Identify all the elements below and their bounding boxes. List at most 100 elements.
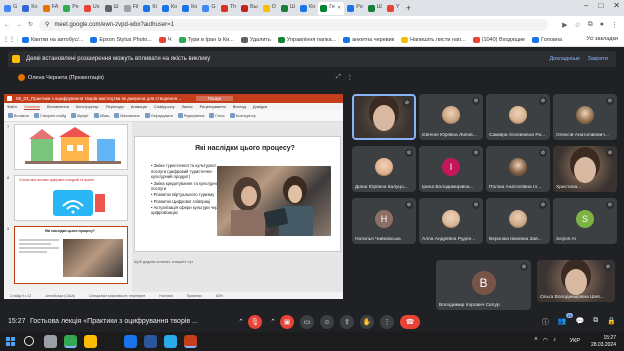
participant-tile[interactable]: ⊘ Вероніка Іванівна Зай... bbox=[486, 198, 550, 244]
browser-tab[interactable]: Fil bbox=[122, 2, 141, 15]
participant-tile[interactable]: ⊘ Ольга Володимирівна Шев... bbox=[537, 260, 615, 302]
browser-tab[interactable]: Ко bbox=[180, 2, 199, 15]
extensions-icon[interactable]: ⧉ bbox=[588, 21, 593, 29]
apps-grid-icon[interactable]: ⋮⋮ bbox=[3, 36, 15, 43]
ribbon-tab[interactable]: Рецензування bbox=[200, 104, 226, 109]
ribbon-group[interactable]: Малювання bbox=[114, 112, 140, 120]
forward-icon[interactable]: → bbox=[16, 22, 22, 28]
participant-tile[interactable]: ⊘ Євгенія Юріївна Липов... bbox=[419, 94, 483, 140]
ribbon-group[interactable]: Шрифт bbox=[71, 112, 89, 120]
browser-tab[interactable]: Ко bbox=[160, 2, 179, 15]
browser-tab[interactable]: Y bbox=[385, 2, 402, 15]
emoji-icon[interactable]: ☺ bbox=[320, 315, 334, 329]
slide-thumbnail-8[interactable]: Статистика світових цифрових екскурсій т… bbox=[14, 175, 128, 221]
minimize-button[interactable]: – bbox=[584, 1, 588, 10]
learn-more-link[interactable]: Докладніше bbox=[549, 56, 580, 62]
browser-tab[interactable]: Th bbox=[219, 2, 238, 15]
search-field[interactable]: Пошук bbox=[195, 96, 234, 101]
ribbon-tab[interactable]: Вигляд bbox=[233, 104, 246, 109]
browser-tab[interactable]: Вы bbox=[239, 2, 260, 15]
input-language[interactable]: УКР bbox=[570, 338, 580, 344]
menu-icon[interactable]: ⋮ bbox=[611, 21, 618, 29]
ribbon-group[interactable]: Редагування bbox=[177, 112, 204, 120]
browser-tab[interactable]: FA bbox=[41, 2, 61, 15]
dismiss-button[interactable]: Закрити bbox=[587, 56, 608, 62]
current-slide[interactable]: Які наслідки цього процесу? • Зміна тури… bbox=[134, 136, 341, 252]
participant-tile[interactable]: ⊘ Алла Андріївна Руден... bbox=[419, 198, 483, 244]
all-bookmarks[interactable]: Усі закладки bbox=[586, 36, 618, 42]
volume-icon[interactable]: ♪ bbox=[553, 337, 556, 344]
raise-hand-icon[interactable]: ✋ bbox=[360, 315, 374, 329]
ribbon-group[interactable]: Абзац bbox=[93, 112, 109, 120]
ribbon-tab[interactable]: Анімація bbox=[131, 104, 147, 109]
powerpoint-icon[interactable] bbox=[184, 335, 197, 348]
participant-tile[interactable]: В ⊘ Володимир Ігорович Сівгур bbox=[436, 260, 531, 310]
ribbon-group[interactable]: Конструктор bbox=[229, 112, 256, 120]
participant-tile[interactable]: Н ⊘ Наталья Чайковська bbox=[352, 198, 416, 244]
status-item[interactable]: Примітки bbox=[187, 294, 202, 298]
participant-tile[interactable]: I ⊘ Ірина Володимирівна... bbox=[419, 146, 483, 192]
word-icon[interactable] bbox=[144, 335, 157, 348]
ribbon-tab[interactable]: Запис bbox=[182, 104, 193, 109]
site-info-icon[interactable]: ⚲ bbox=[45, 21, 49, 28]
ribbon-tab[interactable]: Конструктор bbox=[76, 104, 99, 109]
new-tab-button[interactable]: + bbox=[406, 3, 411, 13]
bookmark-item[interactable]: Тури в Іран із Ки... bbox=[178, 36, 234, 43]
presentation-more-icon[interactable]: ⋮ bbox=[347, 74, 353, 81]
ribbon-tab[interactable]: Довідка bbox=[253, 104, 267, 109]
status-item[interactable]: Нотатки bbox=[159, 294, 172, 298]
end-call-button[interactable]: ☎ bbox=[400, 315, 420, 329]
ribbon-group[interactable]: Упорядкувати bbox=[144, 112, 173, 120]
browser-tab[interactable]: Ш bbox=[366, 2, 384, 15]
arrow-up-icon[interactable]: ⌃ bbox=[268, 315, 278, 329]
browser-tab[interactable]: Us bbox=[82, 2, 102, 15]
fullscreen-icon[interactable]: ⤢ bbox=[336, 74, 341, 81]
camera-indicator-icon[interactable]: ▶ bbox=[562, 21, 567, 29]
captions-icon[interactable]: ▭ bbox=[300, 315, 314, 329]
bookmark-item[interactable]: Головна bbox=[532, 36, 562, 43]
browser-tab[interactable]: G bbox=[200, 2, 217, 15]
bookmark-item[interactable]: Ч bbox=[158, 36, 172, 43]
reload-icon[interactable]: ↻ bbox=[28, 21, 33, 28]
chrome-icon[interactable] bbox=[64, 335, 77, 348]
bookmark-item[interactable]: Напишіть листи нап... bbox=[401, 36, 466, 43]
participant-tile[interactable]: ⊘ Діана Юріївна Калуцо... bbox=[352, 146, 416, 192]
ribbon-group[interactable]: Вставити bbox=[8, 112, 29, 120]
bookmark-item[interactable]: Управління папка... bbox=[277, 36, 336, 43]
people-icon[interactable]: 👥 14 bbox=[558, 313, 573, 327]
participant-tile[interactable]: ⊘ Христина... bbox=[553, 146, 617, 192]
browser-tab[interactable]: Ге ✕ bbox=[318, 1, 345, 15]
bookmark-item[interactable]: Квитки на автобус/... bbox=[22, 36, 83, 43]
participant-tile[interactable]: ⊘ bbox=[352, 94, 416, 140]
participant-tile[interactable]: ⊘ Олексій Анатолійович... bbox=[553, 94, 617, 140]
taskbar-clock[interactable]: 15:27 28.03.2024 bbox=[591, 335, 616, 348]
bookmark-item[interactable]: анкетна черевик bbox=[343, 36, 394, 43]
task-view-icon[interactable] bbox=[44, 335, 57, 348]
more-icon[interactable]: ⋮ bbox=[380, 315, 394, 329]
browser-tab[interactable]: Ко bbox=[298, 2, 317, 15]
participant-tile[interactable]: ⊘ Поліна Анатоліївна Іл... bbox=[486, 146, 550, 192]
chevron-up-icon[interactable]: ˄ bbox=[534, 337, 538, 344]
browser-tab[interactable]: Ро bbox=[345, 2, 365, 15]
search-icon[interactable] bbox=[24, 336, 34, 346]
ribbon-tab[interactable]: Основне bbox=[23, 104, 40, 110]
participant-tile[interactable]: S ⊘ Seçkin Ar bbox=[553, 198, 617, 244]
ribbon-group[interactable]: Голос bbox=[209, 112, 225, 120]
bookmark-star-icon[interactable]: ☆ bbox=[574, 21, 580, 29]
browser-tab[interactable]: О bbox=[261, 2, 278, 15]
slide-thumbnail-9-selected[interactable]: Які наслідки цього процесу? bbox=[14, 226, 128, 284]
chat-icon[interactable]: 💬 bbox=[576, 317, 585, 327]
edge-icon[interactable] bbox=[124, 335, 137, 348]
camera-off-icon[interactable]: ▣ bbox=[280, 315, 294, 329]
status-item[interactable]: 63% bbox=[216, 294, 223, 298]
browser-tab[interactable]: Ш bbox=[103, 2, 121, 15]
ribbon-tab[interactable]: Переходи bbox=[106, 104, 124, 109]
url-field[interactable]: ⚲ meet.google.com/ewn-zvpd-wbx?authuser=… bbox=[39, 18, 549, 31]
ribbon-tab[interactable]: Файл bbox=[7, 104, 17, 109]
ribbon-group[interactable]: Створити слайд bbox=[33, 112, 66, 120]
close-tab-icon[interactable]: ✕ bbox=[337, 5, 341, 11]
present-icon[interactable]: ⇪ bbox=[340, 315, 354, 329]
ribbon-tab[interactable]: Вставлення bbox=[47, 104, 69, 109]
maximize-button[interactable]: □ bbox=[598, 1, 603, 10]
close-window-button[interactable]: ✕ bbox=[613, 1, 620, 10]
